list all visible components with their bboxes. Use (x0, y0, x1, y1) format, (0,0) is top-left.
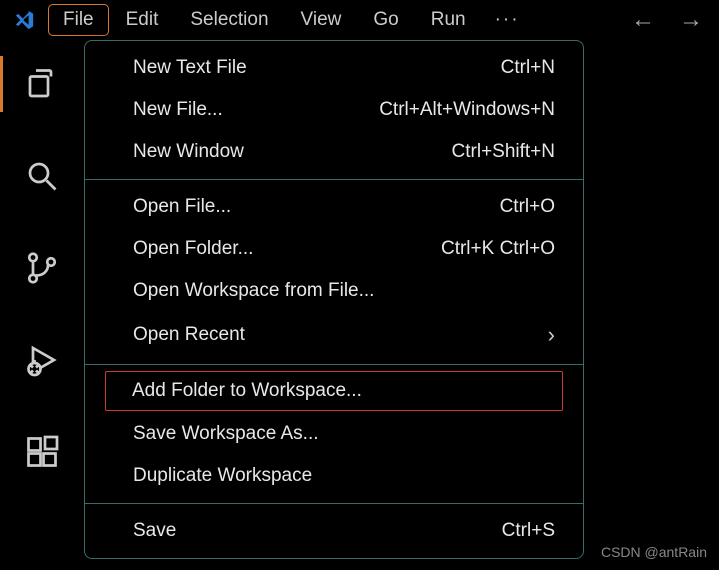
menu-separator (85, 364, 583, 365)
menu-item-shortcut: Ctrl+S (502, 520, 555, 542)
menu-file[interactable]: File (48, 4, 109, 36)
extensions-icon[interactable] (18, 428, 66, 476)
menu-item-save-workspace-as[interactable]: Save Workspace As... (85, 413, 583, 455)
menu-item-label: New Window (133, 141, 244, 163)
activity-bar (0, 40, 84, 570)
menu-item-label: Open File... (133, 196, 231, 218)
nav-back-icon[interactable]: ← (631, 6, 655, 34)
title-bar: File Edit Selection View Go Run ··· ← → (0, 0, 719, 40)
menu-go[interactable]: Go (358, 4, 413, 36)
menu-item-shortcut: Ctrl+Alt+Windows+N (379, 99, 555, 121)
menu-separator (85, 503, 583, 504)
run-debug-icon[interactable] (18, 336, 66, 384)
search-icon[interactable] (18, 152, 66, 200)
explorer-icon[interactable] (18, 60, 66, 108)
menu-separator (85, 179, 583, 180)
menu-overflow-icon[interactable]: ··· (483, 5, 532, 35)
file-menu-dropdown: New Text File Ctrl+N New File... Ctrl+Al… (84, 40, 584, 559)
menu-item-label: Add Folder to Workspace... (132, 380, 362, 402)
menu-item-open-folder[interactable]: Open Folder... Ctrl+K Ctrl+O (85, 228, 583, 270)
menu-item-label: New Text File (133, 57, 247, 79)
menu-item-new-window[interactable]: New Window Ctrl+Shift+N (85, 131, 583, 173)
menu-edit[interactable]: Edit (111, 4, 174, 36)
menu-item-label: Open Folder... (133, 238, 253, 260)
menu-item-label: Duplicate Workspace (133, 465, 312, 487)
nav-forward-icon[interactable]: → (679, 6, 703, 34)
menu-item-shortcut: Ctrl+N (501, 57, 555, 79)
vscode-logo-icon (8, 4, 40, 36)
menu-item-shortcut: Ctrl+Shift+N (452, 141, 555, 163)
menu-item-label: Save (133, 520, 176, 542)
menu-item-label: New File... (133, 99, 223, 121)
watermark: CSDN @antRain (601, 544, 707, 560)
menu-item-new-text-file[interactable]: New Text File Ctrl+N (85, 47, 583, 89)
menu-item-new-file[interactable]: New File... Ctrl+Alt+Windows+N (85, 89, 583, 131)
menu-item-label: Open Workspace from File... (133, 280, 374, 302)
chevron-right-icon: › (548, 322, 555, 348)
menu-selection[interactable]: Selection (175, 4, 283, 36)
menu-item-label: Open Recent (133, 324, 245, 346)
menu-item-save[interactable]: Save Ctrl+S (85, 510, 583, 552)
menu-item-shortcut: Ctrl+O (500, 196, 555, 218)
menu-item-open-workspace[interactable]: Open Workspace from File... (85, 270, 583, 312)
menu-item-label: Save Workspace As... (133, 423, 319, 445)
menu-run[interactable]: Run (416, 4, 481, 36)
menu-item-duplicate-workspace[interactable]: Duplicate Workspace (85, 455, 583, 497)
menu-view[interactable]: View (286, 4, 357, 36)
source-control-icon[interactable] (18, 244, 66, 292)
menu-item-add-folder-workspace[interactable]: Add Folder to Workspace... (105, 371, 563, 411)
menu-item-open-recent[interactable]: Open Recent › (85, 312, 583, 358)
menu-item-open-file[interactable]: Open File... Ctrl+O (85, 186, 583, 228)
menu-item-shortcut: Ctrl+K Ctrl+O (441, 238, 555, 260)
